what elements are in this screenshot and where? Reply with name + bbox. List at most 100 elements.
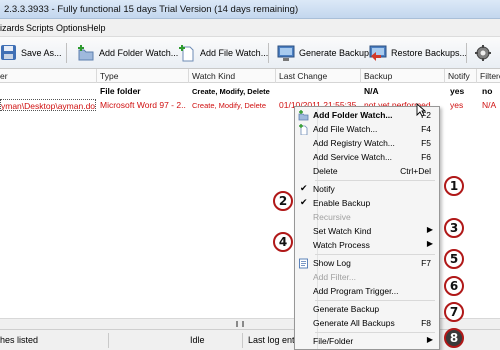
submenu-arrow-icon: ▶	[426, 225, 433, 234]
monitor-backup-icon	[277, 45, 295, 61]
file-add-icon	[299, 124, 308, 135]
menu-item-add-registry-watch[interactable]: Add Registry Watch... F5	[297, 137, 437, 150]
column-divider[interactable]	[188, 69, 189, 83]
menu-item-file-folder[interactable]: File/Folder ▶	[297, 335, 437, 348]
scrollbar-grip[interactable]	[236, 321, 244, 327]
toolbar-separator	[268, 43, 269, 63]
column-type[interactable]: Type	[100, 71, 118, 81]
menu-bar: izards Scripts Options Help	[0, 19, 500, 37]
cell-notify: yes	[450, 86, 465, 96]
submenu-arrow-icon: ▶	[426, 335, 433, 344]
menu-item-label: Show Log	[313, 258, 351, 268]
checkmark-icon: ✔	[300, 183, 308, 193]
menu-item-generate-backup[interactable]: Generate Backup	[297, 303, 437, 316]
menu-item-shortcut: F5	[421, 138, 431, 148]
callout-badge: 4	[273, 232, 293, 252]
cell-watch-kind: Create, Modify, Delete	[192, 87, 270, 96]
menu-item-shortcut: F8	[421, 318, 431, 328]
menu-item-shortcut: F6	[421, 152, 431, 162]
window-title: 2.3.3.3933 - Fully functional 15 days Tr…	[4, 4, 299, 15]
menu-item-generate-all-backups[interactable]: Generate All Backups F8	[297, 317, 437, 330]
status-divider	[108, 333, 109, 348]
menu-item-label: Enable Backup	[313, 198, 371, 208]
folder-add-icon	[78, 45, 94, 61]
column-backup[interactable]: Backup	[364, 71, 392, 81]
cell-filters: N/A	[482, 100, 497, 110]
cell-backup: N/A	[364, 86, 379, 96]
menu-item-label: Notify	[313, 184, 335, 194]
generate-backups-button[interactable]: Generate Backups	[276, 42, 374, 64]
column-header: er Type Watch Kind Last Change Backup No…	[0, 69, 500, 83]
column-divider[interactable]	[275, 69, 276, 83]
callout-badge: 8	[444, 328, 464, 348]
cell-filters: no	[482, 86, 493, 96]
menu-item-set-watch-kind[interactable]: Set Watch Kind ▶	[297, 225, 437, 238]
column-divider[interactable]	[96, 69, 97, 83]
menu-wizards[interactable]: izards	[0, 23, 24, 33]
cell-watch-kind: Create, Modify, Delete	[192, 101, 267, 110]
menu-item-shortcut: F7	[421, 258, 431, 268]
menu-item-shortcut: Ctrl+Del	[400, 166, 431, 176]
status-divider	[242, 333, 243, 348]
menu-item-add-file-watch[interactable]: Add File Watch... F4	[297, 123, 437, 136]
menu-item-enable-backup[interactable]: ✔ Enable Backup	[297, 197, 437, 210]
column-notify[interactable]: Notify	[448, 71, 470, 81]
log-icon	[299, 258, 308, 269]
add-folder-watch-button[interactable]: Add Folder Watch...	[77, 42, 178, 64]
column-divider[interactable]	[360, 69, 361, 83]
cell-name: yman\Desktop\ayman.doc	[0, 99, 96, 111]
menu-separator	[315, 332, 435, 333]
callout-badge: 5	[444, 249, 464, 269]
menu-item-label: Recursive	[313, 212, 351, 222]
menu-item-add-service-watch[interactable]: Add Service Watch... F6	[297, 151, 437, 164]
settings-button[interactable]	[474, 42, 498, 64]
generate-backups-label: Generate Backups	[299, 48, 374, 58]
column-watch-kind[interactable]: Watch Kind	[192, 71, 235, 81]
column-last-change[interactable]: Last Change	[279, 71, 327, 81]
menu-item-watch-process[interactable]: Watch Process ▶	[297, 239, 437, 252]
table-row[interactable]: File folder Create, Modify, Delete N/A y…	[0, 84, 500, 98]
menu-help[interactable]: Help	[87, 23, 106, 33]
menu-item-label: Add File Watch...	[313, 124, 378, 134]
mouse-cursor-icon	[416, 103, 426, 117]
callout-badge: 2	[273, 191, 293, 211]
disk-icon	[1, 45, 16, 60]
file-add-icon	[179, 45, 194, 62]
menu-item-add-program-trigger[interactable]: Add Program Trigger...	[297, 285, 437, 298]
restore-backups-label: Restore Backups...	[391, 48, 468, 58]
callout-badge: 6	[444, 276, 464, 296]
callout-badge: 1	[444, 176, 464, 196]
menu-item-label: Add Registry Watch...	[313, 138, 395, 148]
menu-item-label: Watch Process	[313, 240, 370, 250]
callout-badge: 3	[444, 218, 464, 238]
column-divider[interactable]	[476, 69, 477, 83]
menu-separator	[315, 180, 435, 181]
menu-item-add-filter: Add Filter...	[297, 271, 437, 284]
menu-item-delete[interactable]: Delete Ctrl+Del	[297, 165, 437, 178]
menu-item-label: Add Filter...	[313, 272, 356, 282]
column-filters[interactable]: Filtere	[480, 71, 500, 81]
save-as-button[interactable]: Save As...	[0, 42, 62, 64]
menu-item-show-log[interactable]: Show Log F7	[297, 257, 437, 270]
save-as-label: Save As...	[21, 48, 62, 58]
restore-backups-button[interactable]: Restore Backups...	[368, 42, 467, 64]
menu-item-label: Add Service Watch...	[313, 152, 393, 162]
status-state: Idle	[190, 335, 205, 345]
menu-scripts[interactable]: Scripts	[26, 23, 54, 33]
menu-item-recursive: Recursive	[297, 211, 437, 224]
callout-badge: 7	[444, 302, 464, 322]
toolbar-separator	[466, 43, 467, 63]
cell-type: File folder	[100, 86, 141, 96]
column-divider[interactable]	[444, 69, 445, 83]
menu-item-label: Generate Backup	[313, 304, 380, 314]
add-file-watch-button[interactable]: Add File Watch...	[178, 42, 268, 64]
menu-item-label: Add Program Trigger...	[313, 286, 399, 296]
context-menu: Add Folder Watch... F2 Add File Watch...…	[294, 106, 440, 350]
toolbar-separator	[66, 43, 67, 63]
column-name[interactable]: er	[0, 71, 8, 81]
menu-options[interactable]: Options	[56, 23, 87, 33]
menu-separator	[315, 300, 435, 301]
menu-item-notify[interactable]: ✔ Notify	[297, 183, 437, 196]
title-bar: 2.3.3.3933 - Fully functional 15 days Tr…	[0, 0, 500, 19]
menu-item-shortcut: F4	[421, 124, 431, 134]
